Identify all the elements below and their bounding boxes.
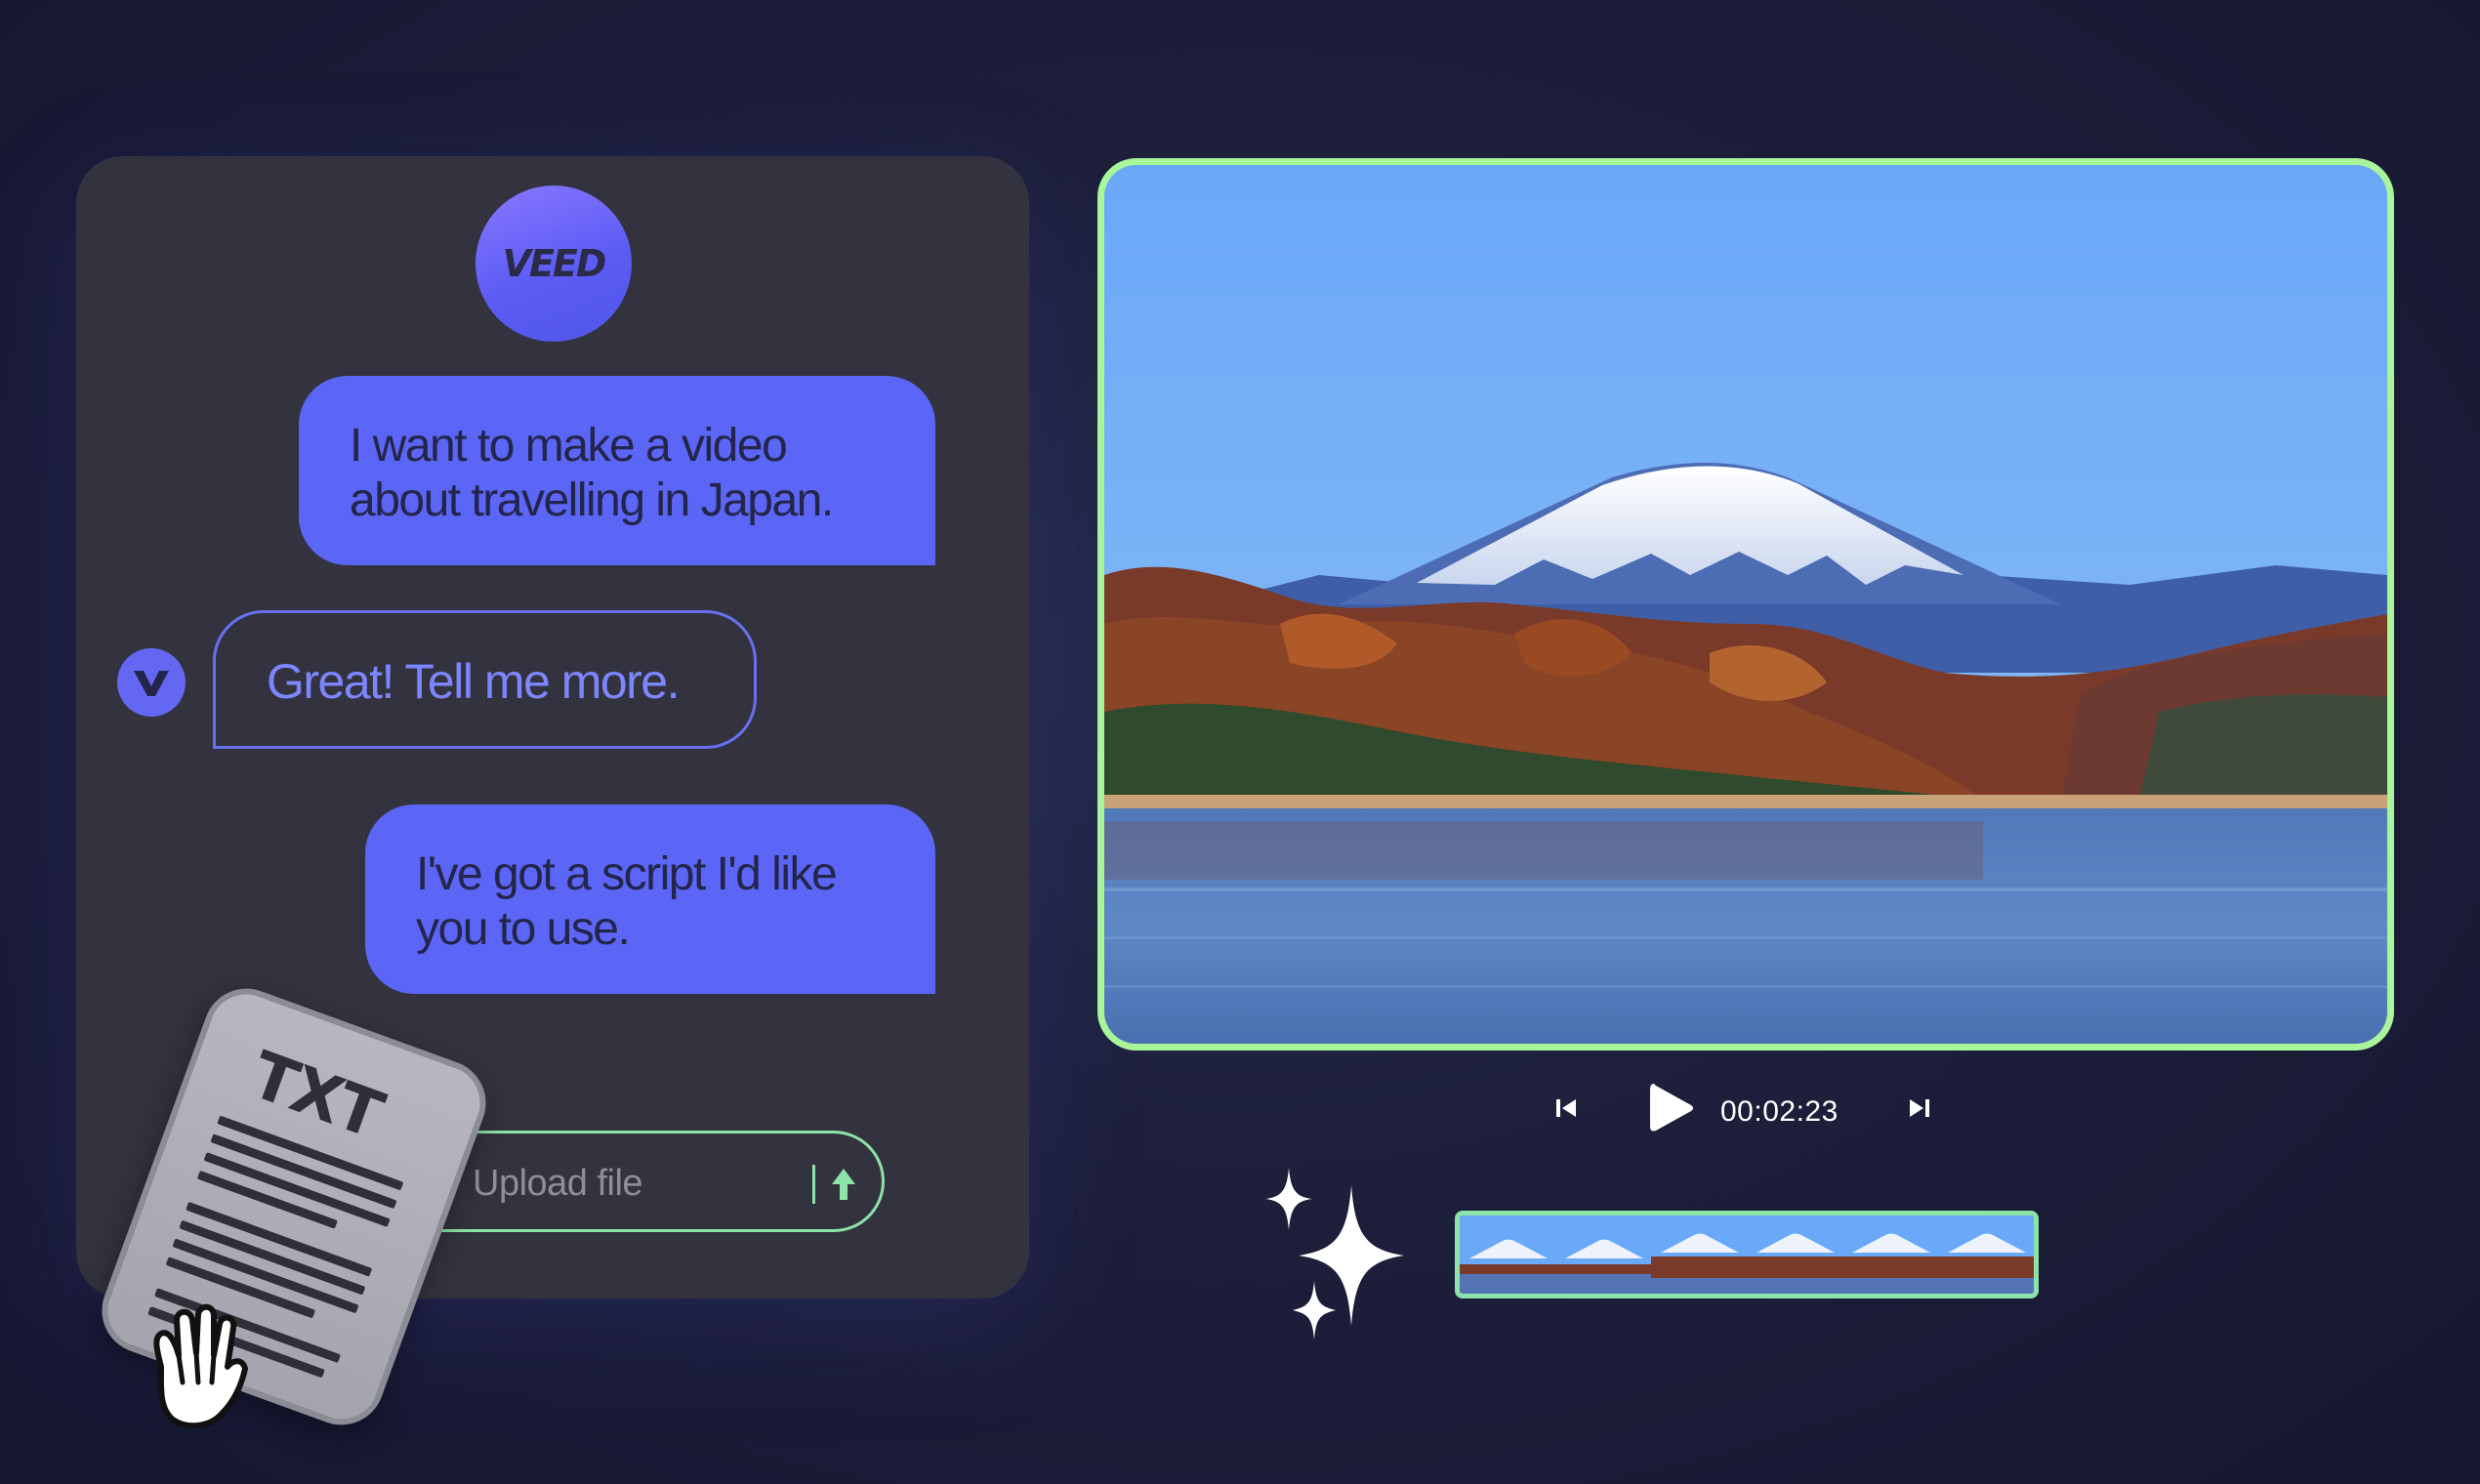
logo-text: VEED bbox=[502, 242, 607, 285]
play-icon[interactable] bbox=[1646, 1080, 1695, 1136]
skip-forward-icon[interactable] bbox=[1906, 1093, 1933, 1123]
upload-placeholder: Upload file bbox=[473, 1163, 643, 1204]
sparkles-icon bbox=[1265, 1168, 1404, 1340]
upload-arrow-icon[interactable] bbox=[824, 1163, 863, 1206]
veed-logo: VEED bbox=[475, 186, 632, 342]
assistant-message-bubble: Great! Tell me more. bbox=[213, 610, 757, 749]
message-line: you to use. bbox=[416, 903, 631, 955]
timeline-thumbnail bbox=[1938, 1216, 2034, 1294]
user-message-bubble: I want to make a video about travelling … bbox=[299, 376, 935, 565]
upload-divider bbox=[812, 1165, 815, 1204]
message-line: I've got a script I'd like bbox=[416, 848, 838, 900]
message-line: about travelling in Japan. bbox=[350, 474, 834, 526]
user-message-bubble: I've got a script I'd like you to use. bbox=[365, 804, 935, 994]
message-text: Great! Tell me more. bbox=[267, 654, 681, 709]
timeline-thumbnail bbox=[1460, 1216, 1555, 1294]
playback-controls: 00:02:23 bbox=[1552, 1074, 1943, 1142]
timeline-thumbnail bbox=[1555, 1216, 1651, 1294]
timeline-thumbnail bbox=[1747, 1216, 1842, 1294]
skip-back-icon[interactable] bbox=[1552, 1093, 1580, 1123]
timeline-thumbnail bbox=[1651, 1216, 1747, 1294]
timeline-thumbnail bbox=[1842, 1216, 1938, 1294]
playback-time: 00:02:23 bbox=[1720, 1095, 1839, 1128]
assistant-avatar-icon bbox=[117, 648, 186, 717]
message-line: I want to make a video bbox=[350, 420, 788, 472]
hand-grab-icon bbox=[153, 1303, 248, 1429]
video-preview[interactable] bbox=[1097, 158, 2394, 1051]
mount-fuji-landscape-image bbox=[1104, 165, 2387, 1044]
video-timeline[interactable] bbox=[1455, 1211, 2039, 1298]
